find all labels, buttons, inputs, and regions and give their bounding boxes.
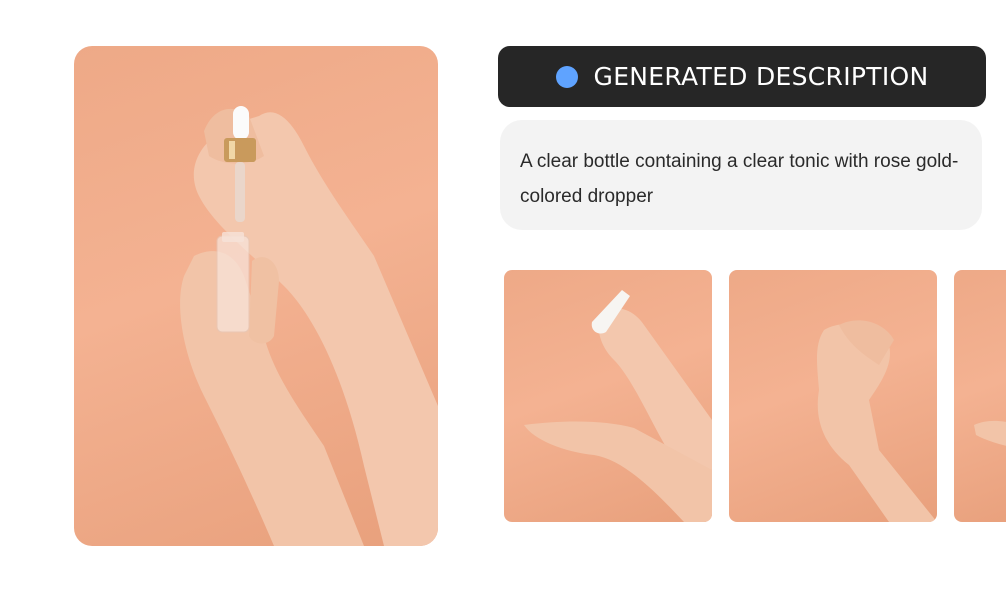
description-text: A clear bottle containing a clear tonic … — [520, 151, 959, 207]
status-dot-icon — [555, 65, 578, 88]
cream-tube-photo-icon — [524, 290, 712, 522]
main-product-image — [74, 46, 438, 546]
dropper-bottle-photo-icon — [180, 106, 438, 546]
thumbnail-image-3[interactable] — [954, 270, 1006, 522]
thumbnail-image-2[interactable] — [729, 270, 937, 522]
partial-hand-photo-icon — [974, 420, 1006, 446]
clasped-hands-photo-icon — [816, 320, 937, 522]
thumbnail-image-1[interactable] — [504, 270, 712, 522]
description-card: A clear bottle containing a clear tonic … — [500, 120, 982, 230]
header-title: GENERATED DESCRIPTION — [593, 62, 929, 91]
generated-description-header: GENERATED DESCRIPTION — [498, 46, 986, 107]
